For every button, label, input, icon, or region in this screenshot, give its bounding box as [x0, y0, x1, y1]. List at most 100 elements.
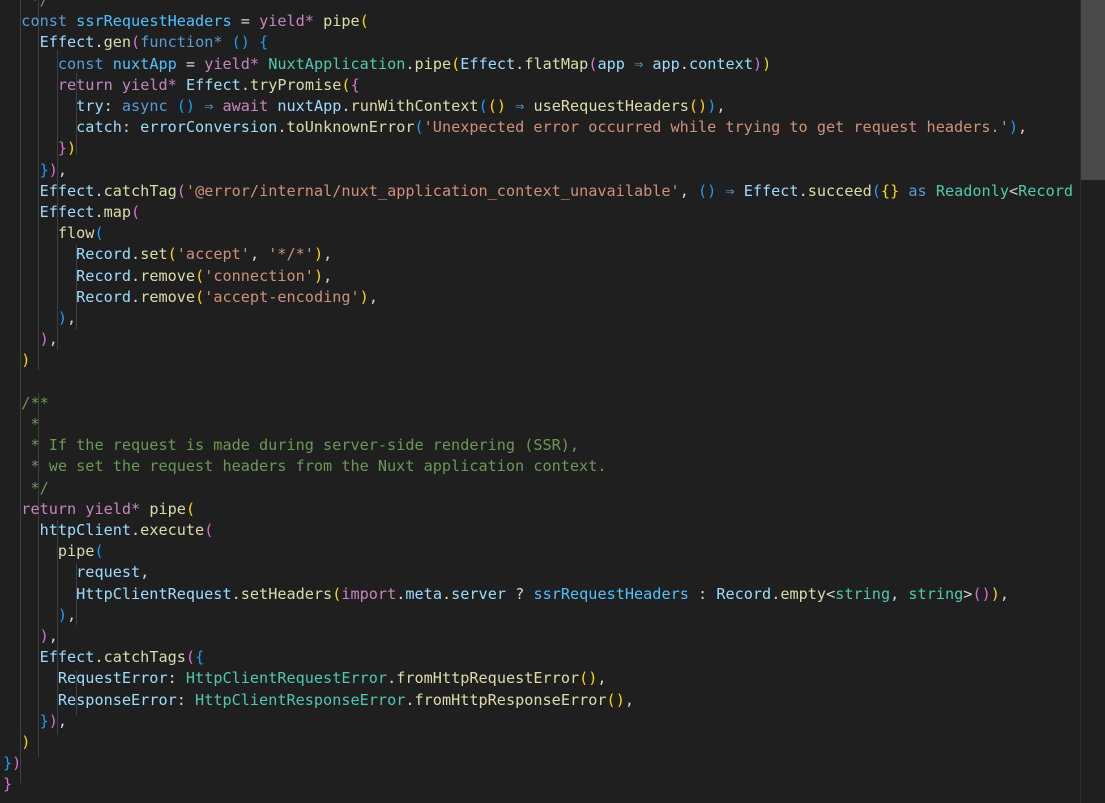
code-token: )	[313, 245, 324, 264]
code-token: }	[3, 754, 13, 773]
code-line: */	[3, 0, 49, 11]
code-line: )	[3, 732, 30, 753]
code-token: )	[39, 627, 49, 645]
code-token: (	[341, 75, 351, 94]
code-line: Effect.map(	[3, 202, 141, 223]
code-token: Readonly	[935, 181, 1009, 200]
code-token: yield*	[204, 54, 260, 73]
code-token: */	[30, 0, 49, 9]
code-token: ResponseError	[57, 690, 177, 709]
code-token: set	[140, 245, 168, 264]
code-token: .	[131, 521, 141, 539]
code-token: as	[908, 181, 927, 200]
code-token: async	[121, 97, 168, 115]
code-token: await	[222, 97, 269, 115]
code-token: runWithContext	[350, 97, 479, 115]
code-token: )	[21, 733, 31, 751]
code-line: Record.set('accept', '*/*'),	[3, 244, 332, 265]
code-token: :	[121, 118, 141, 137]
code-token: :	[103, 97, 122, 115]
code-token: Record	[76, 245, 132, 264]
code-token: pipe	[323, 12, 360, 31]
code-line: Record.remove('connection'),	[3, 266, 332, 287]
code-token: (	[94, 542, 104, 561]
code-token: flatMap	[524, 54, 589, 73]
code-token: )	[48, 160, 58, 179]
code-token: }	[3, 775, 13, 794]
code-token: )	[762, 54, 772, 73]
code-token: ()	[579, 669, 598, 688]
code-line: Record.remove('accept-encoding'),	[3, 287, 378, 308]
code-token: ,	[624, 690, 634, 709]
code-token: {	[350, 75, 360, 94]
code-token: ⇒	[506, 97, 534, 115]
vertical-scrollbar[interactable]	[1080, 0, 1105, 803]
code-token: Effect	[185, 75, 241, 94]
code-line: ResponseError: HttpClientResponseError.f…	[3, 690, 634, 711]
code-line: ),	[3, 626, 58, 647]
code-token: Record	[76, 266, 132, 285]
code-line: ),	[3, 329, 58, 350]
code-token: HttpClientResponseError	[195, 690, 406, 709]
code-token: pipe	[414, 54, 452, 73]
code-token: httpClient	[39, 521, 132, 539]
code-token: ()	[487, 97, 507, 115]
code-token: execute	[140, 521, 205, 539]
code-token: (	[195, 287, 205, 306]
code-token: * If the request is made during server-s…	[30, 436, 580, 455]
code-line: try: async () ⇒ await nuxtApp.runWithCon…	[3, 96, 725, 117]
code-token: {	[259, 33, 269, 52]
code-token: /**	[21, 393, 49, 412]
code-token: )	[1008, 118, 1019, 137]
code-line: pipe(	[3, 541, 104, 562]
code-line: flow(	[3, 223, 104, 244]
code-token: remove	[140, 266, 196, 285]
code-token: return	[21, 499, 77, 518]
code-token: */	[30, 478, 49, 497]
code-token: .	[515, 54, 525, 73]
code-token: ()	[176, 97, 196, 115]
code-token: {}	[880, 181, 900, 200]
code-token: HttpClientRequest	[76, 584, 232, 603]
code-token: Effect	[39, 181, 95, 200]
code-token: ,	[1018, 118, 1028, 137]
code-line: ),	[3, 308, 76, 329]
code-token: ,	[679, 181, 698, 200]
scrollbar-thumb[interactable]	[1081, 0, 1105, 180]
code-token: ,	[48, 330, 58, 349]
code-token: .	[798, 181, 808, 200]
code-token: (	[185, 499, 196, 518]
code-token: .	[131, 287, 141, 306]
code-token: request	[76, 563, 141, 582]
code-token: nuxtApp	[112, 54, 177, 73]
code-token: =	[231, 12, 260, 31]
code-token: Effect	[39, 648, 95, 667]
code-line: httpClient.execute(	[3, 520, 214, 541]
code-token: tryPromise	[249, 75, 342, 94]
code-token: string	[835, 584, 891, 603]
code-editor[interactable]: */ const ssrRequestHeaders = yield* pipe…	[0, 0, 1105, 803]
code-token: meta	[405, 584, 442, 603]
code-token: .	[94, 648, 104, 667]
code-token: .	[405, 54, 415, 73]
